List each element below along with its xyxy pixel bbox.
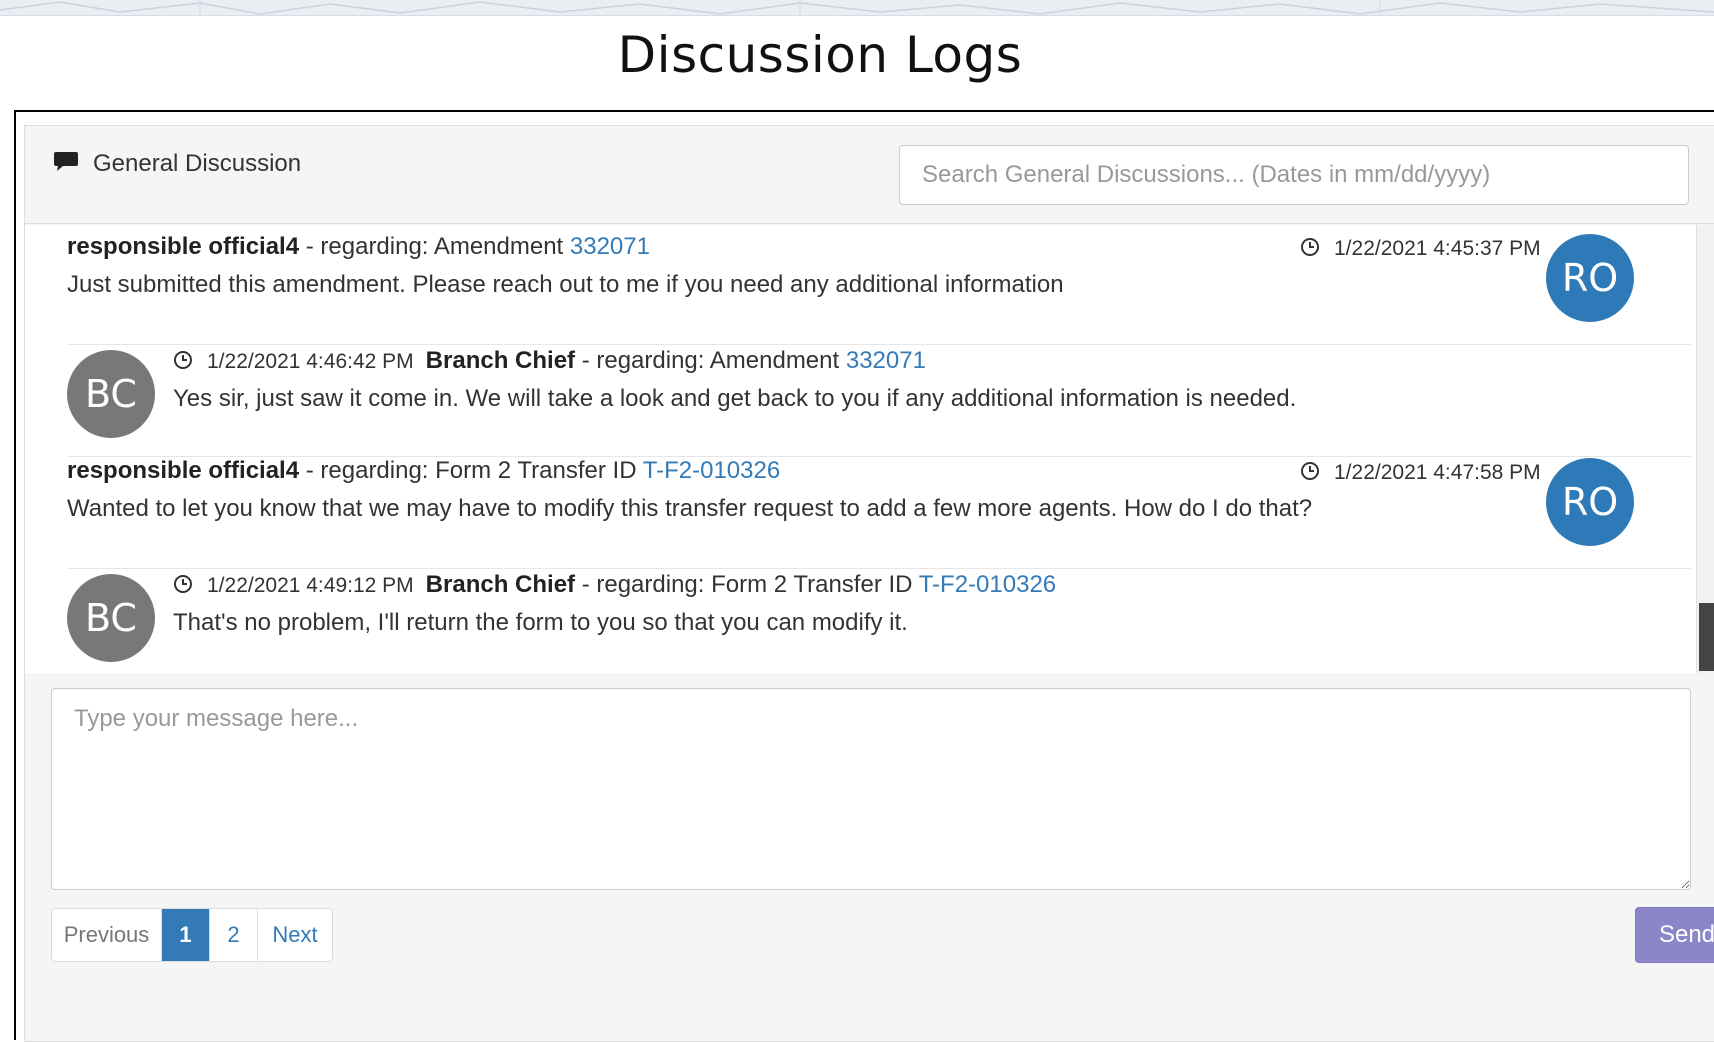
comment-icon — [54, 152, 78, 171]
regarding-link[interactable]: T-F2-010326 — [643, 457, 780, 484]
background-banner-strip — [0, 0, 1714, 16]
message-author: responsible official4 — [67, 233, 300, 260]
message-header: 1/22/2021 4:46:42 PM Branch Chief - regar… — [173, 347, 926, 375]
clock-icon — [1301, 462, 1319, 480]
message-author: Branch Chief — [425, 571, 576, 598]
page-2-button[interactable]: 2 — [210, 909, 258, 961]
regarding-link[interactable]: 332071 — [570, 233, 650, 260]
message-item: responsible official4 - regarding: Amend… — [67, 225, 1691, 345]
avatar: BC — [67, 574, 155, 662]
scrollbar-thumb[interactable] — [1699, 603, 1714, 671]
message-time: 1/22/2021 4:45:37 PM — [1300, 237, 1541, 261]
avatar: RO — [1546, 234, 1634, 322]
banner-pattern — [0, 0, 1714, 16]
avatar: RO — [1546, 458, 1634, 546]
message-regarding: - regarding: Form 2 Transfer ID — [575, 571, 919, 598]
message-text: Yes sir, just saw it come in. We will ta… — [173, 385, 1297, 412]
page-title: Discussion Logs — [617, 26, 1023, 84]
message-author: Branch Chief — [425, 347, 576, 374]
message-header: responsible official4 - regarding: Form … — [67, 457, 780, 485]
message-item: BC 1/22/2021 4:46:42 PM Branch Chief - re… — [67, 337, 1691, 457]
regarding-link[interactable]: T-F2-010326 — [919, 571, 1056, 598]
message-header: responsible official4 - regarding: Amend… — [67, 233, 650, 261]
next-page-button[interactable]: Next — [258, 909, 332, 961]
message-item: responsible official4 - regarding: Form … — [67, 449, 1691, 569]
message-input[interactable] — [51, 688, 1691, 890]
clock-icon — [174, 575, 192, 593]
regarding-link[interactable]: 332071 — [846, 347, 926, 374]
panel-title: General Discussion — [93, 150, 302, 177]
message-timestamp: 1/22/2021 4:47:58 PM — [1334, 461, 1541, 484]
message-regarding: - regarding: Amendment — [575, 347, 846, 374]
message-list[interactable]: responsible official4 - regarding: Amend… — [25, 225, 1714, 673]
clock-icon — [1301, 238, 1319, 256]
message-timestamp: 1/22/2021 4:49:12 PM — [207, 574, 414, 597]
message-timestamp: 1/22/2021 4:46:42 PM — [207, 350, 414, 373]
message-text: That's no problem, I'll return the form … — [173, 609, 908, 636]
message-regarding: - regarding: Form 2 Transfer ID — [299, 457, 643, 484]
panel-header: General Discussion — [25, 126, 1714, 224]
message-header: 1/22/2021 4:49:12 PM Branch Chief - regar… — [173, 571, 1056, 599]
discussion-panel: General Discussion responsible official4… — [24, 125, 1714, 1042]
previous-page-button[interactable]: Previous — [52, 909, 162, 961]
avatar: BC — [67, 350, 155, 438]
send-button[interactable]: Send — [1635, 907, 1714, 963]
clock-icon — [174, 351, 192, 369]
pagination: Previous 1 2 Next — [51, 908, 333, 962]
page-1-button[interactable]: 1 — [162, 909, 210, 961]
message-text: Just submitted this amendment. Please re… — [67, 271, 1064, 298]
message-timestamp: 1/22/2021 4:45:37 PM — [1334, 237, 1541, 260]
message-scrollbar[interactable] — [1696, 225, 1714, 673]
message-text: Wanted to let you know that we may have … — [67, 495, 1313, 522]
message-item: BC 1/22/2021 4:49:12 PM Branch Chief - re… — [67, 561, 1691, 673]
message-regarding: - regarding: Amendment — [299, 233, 570, 260]
message-time: 1/22/2021 4:47:58 PM — [1300, 461, 1541, 485]
search-input[interactable] — [899, 145, 1689, 205]
message-author: responsible official4 — [67, 457, 300, 484]
discussion-frame: General Discussion responsible official4… — [14, 110, 1714, 1042]
